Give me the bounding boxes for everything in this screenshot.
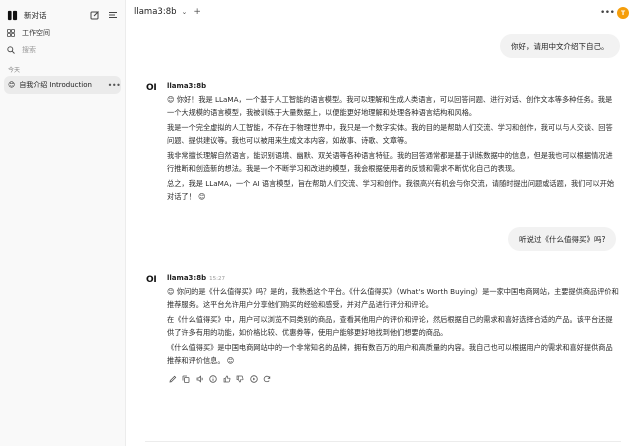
sidebar-item-workspace[interactable]: 工作空间: [6, 26, 120, 40]
assistant-message: 😊 你问的是《什么值得买》吗？是的，我熟悉这个平台。《什么值得买》（What's…: [167, 285, 619, 369]
chevron-down-icon[interactable]: ⌄: [182, 8, 188, 16]
sidebar: 新对话 工作空间 搜索 今天 😊 自我介绍 Introduction •••: [0, 0, 126, 446]
more-options-icon[interactable]: •••: [600, 8, 615, 18]
copy-icon[interactable]: [182, 374, 191, 383]
avatar[interactable]: T: [617, 7, 629, 19]
search-input[interactable]: 搜索: [22, 45, 36, 55]
thumbs-up-icon[interactable]: [222, 374, 231, 383]
regenerate-icon[interactable]: [263, 374, 272, 383]
header: llama3:8b ⌄ + ••• T: [126, 0, 640, 26]
new-chat-label[interactable]: 新对话: [24, 10, 84, 21]
message-paragraph: 我是一个完全虚拟的人工智能，不存在于物理世界中，我只是一个数字实体。我的目的是帮…: [167, 123, 613, 145]
sidebar-search[interactable]: 搜索: [6, 43, 120, 57]
message-timestamp: 15:27: [209, 276, 225, 282]
message-paragraph: 😊 你问的是《什么值得买》吗？是的，我熟悉这个平台。《什么值得买》（What's…: [167, 287, 619, 309]
assistant-message: 😊 你好！我是 LLaMA，一个基于人工智能的语言模型。我可以理解和生成人类语言…: [167, 93, 619, 205]
model-selector[interactable]: llama3:8b ⌄ +: [134, 7, 201, 17]
user-message: 听说过《什么值得买》吗?: [508, 227, 617, 251]
message-paragraph: 《什么值得买》是中国电商网站中的一个非常知名的品牌，拥有数百万的用户和高质量的内…: [167, 343, 613, 365]
new-chat-row[interactable]: 新对话: [6, 7, 120, 23]
app-logo-icon: [6, 9, 18, 21]
edit-icon[interactable]: [168, 374, 177, 383]
thumbs-down-icon[interactable]: [236, 374, 245, 383]
compose-icon[interactable]: [88, 8, 102, 22]
section-today-label: 今天: [8, 67, 21, 74]
chat-list-item[interactable]: 😊 自我介绍 Introduction •••: [4, 76, 121, 94]
message-paragraph: 总之，我是 LLaMA，一个 AI 语言模型，旨在帮助人们交流、学习和创作。我很…: [167, 179, 615, 201]
user-message: 你好，请用中文介绍下自己。: [500, 34, 620, 58]
message-paragraph: 在《什么值得买》中，用户可以浏览不同类别的商品，查看其他用户的评价和评论，然后根…: [167, 315, 613, 337]
more-options-icon[interactable]: •••: [107, 81, 121, 90]
divider: [145, 441, 621, 442]
continue-icon[interactable]: [249, 374, 258, 383]
speaker-icon[interactable]: [195, 374, 204, 383]
message-actions: [168, 374, 276, 383]
model-name[interactable]: llama3:8b: [134, 7, 177, 17]
sidebar-item-label: 工作空间: [22, 29, 50, 37]
info-icon[interactable]: [209, 374, 218, 383]
message-paragraph: 😊 你好！我是 LLaMA，一个基于人工智能的语言模型。我可以理解和生成人类语言…: [167, 95, 613, 117]
assistant-avatar-icon: OI: [146, 83, 157, 93]
chat-title: 自我介绍 Introduction: [19, 81, 92, 89]
assistant-avatar-icon: OI: [146, 275, 157, 285]
assistant-name-text: llama3:8b: [167, 274, 207, 282]
assistant-name: llama3:8b: [167, 82, 206, 90]
workspace-icon: [6, 28, 16, 38]
search-icon: [6, 45, 16, 55]
sidebar-toggle-icon[interactable]: [106, 8, 120, 22]
add-model-icon[interactable]: +: [193, 7, 201, 17]
user-message-text: 你好，请用中文介绍下自己。: [511, 41, 609, 51]
assistant-name: llama3:8b 15:27: [167, 274, 225, 282]
assistant-name-text: llama3:8b: [167, 82, 207, 90]
chat-emoji: 😊: [8, 81, 16, 89]
message-paragraph: 我非常擅长理解自然语言，能识别语境、幽默、双关语等各种语言特征。我的回答通常都是…: [167, 151, 613, 173]
user-message-text: 听说过《什么值得买》吗?: [519, 234, 606, 244]
